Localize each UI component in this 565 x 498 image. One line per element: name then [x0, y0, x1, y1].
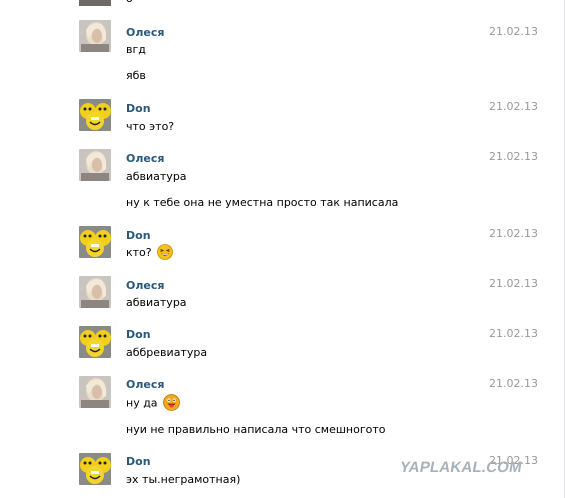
author-name[interactable]: Don [126, 328, 151, 341]
message-text: o [126, 0, 133, 5]
message-date[interactable]: 21.02.13 [489, 327, 538, 340]
avatar[interactable] [79, 276, 111, 308]
message-date[interactable]: 21.02.13 [489, 150, 538, 163]
avatar[interactable] [79, 376, 111, 408]
message-text: аббревиатура [126, 346, 208, 359]
photo-avatar-icon [79, 20, 111, 52]
message-text: вгд [126, 43, 146, 56]
message-text: нуи не правильно написала что смешногото [126, 423, 386, 436]
photo-avatar-icon [79, 276, 111, 308]
author-name[interactable]: Олеся [126, 378, 164, 391]
message-text: кто? [126, 244, 174, 260]
message-text: ну к тебе она не уместна просто так напи… [126, 196, 399, 209]
avatar[interactable] [79, 149, 111, 181]
message-date[interactable]: 21.02.13 [489, 100, 538, 113]
site-watermark: YAPLAKAL.COM [398, 459, 524, 476]
message-date[interactable]: 21.02.13 [489, 377, 538, 390]
author-name[interactable]: Олеся [126, 279, 164, 292]
avatar[interactable] [79, 0, 111, 6]
smiley-avatar-icon [79, 326, 111, 358]
message-text: эх ты.неграмотная) [126, 473, 241, 486]
message-text: что это? [126, 120, 175, 133]
message-date[interactable]: 21.02.13 [489, 277, 538, 290]
avatar[interactable] [79, 226, 111, 258]
avatar[interactable] [79, 453, 111, 485]
photo-avatar-icon [79, 376, 111, 408]
message-text-content: кто? [126, 246, 152, 259]
message-text: абвиатура [126, 170, 187, 183]
smiley-avatar-icon [79, 453, 111, 485]
message-text-content: ну да [126, 396, 158, 410]
author-name[interactable]: Don [126, 229, 151, 242]
message-date[interactable]: 21.02.13 [489, 25, 538, 38]
author-name[interactable]: Олеся [126, 26, 164, 39]
message-text: ну да [126, 394, 180, 411]
message-date[interactable]: 21.02.13 [489, 227, 538, 240]
smiley-avatar-icon [79, 226, 111, 258]
author-name[interactable]: Don [126, 455, 151, 468]
photo-avatar-icon [79, 149, 111, 181]
avatar[interactable] [79, 99, 111, 131]
tongue-emoji-icon [163, 394, 180, 411]
laughing-emoji-icon [157, 244, 174, 260]
smiley-avatar-icon [79, 99, 111, 131]
avatar[interactable] [79, 20, 111, 52]
author-name[interactable]: Don [126, 102, 151, 115]
message-text: ябв [126, 69, 146, 82]
message-text: абвиатура [126, 296, 187, 309]
message-history: o Олеся 21.02.13 вгд ябв Don 21.02.13 чт… [0, 0, 565, 498]
author-name[interactable]: Олеся [126, 152, 164, 165]
avatar[interactable] [79, 326, 111, 358]
